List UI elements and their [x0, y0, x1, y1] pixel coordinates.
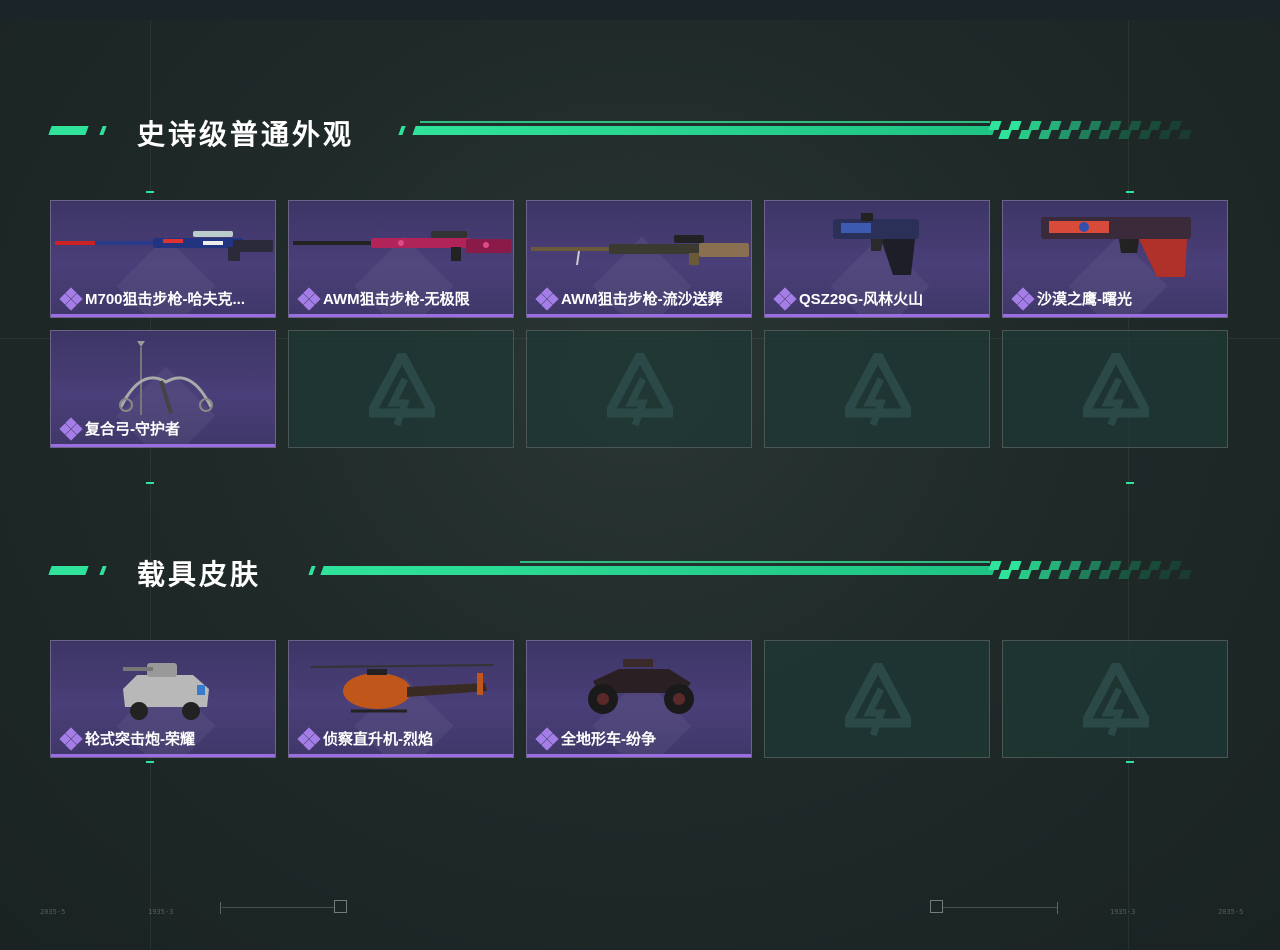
rarity-diamond-icon	[1011, 286, 1035, 311]
hud-line	[943, 907, 1057, 908]
hud-code: 2035-5	[1218, 908, 1244, 916]
header-accent	[99, 566, 107, 575]
placeholder-logo-icon	[607, 353, 673, 427]
header-accent	[48, 126, 89, 135]
rarity-diamond-icon	[297, 726, 321, 751]
skin-card-qsz29g[interactable]: QSZ29G-风林火山	[764, 200, 990, 318]
empty-slot	[764, 330, 990, 448]
compound-bow-icon	[119, 341, 213, 415]
placeholder-logo-icon	[1083, 353, 1149, 427]
empty-slot	[1002, 640, 1228, 758]
skin-name-text: M700狙击步枪-哈夫克...	[85, 291, 246, 308]
header-accent	[48, 566, 89, 575]
skin-name: AWM狙击步枪-流沙送葬	[535, 286, 723, 311]
empty-slot	[1002, 330, 1228, 448]
skin-name: AWM狙击步枪-无极限	[297, 286, 470, 311]
skin-name-text: AWM狙击步枪-流沙送葬	[561, 291, 723, 308]
skin-name: 轮式突击炮-荣耀	[59, 726, 195, 751]
empty-slot	[288, 330, 514, 448]
section-header-epic-skins: 史诗级普通外观	[0, 118, 1280, 151]
corner-tick	[146, 761, 154, 763]
header-bar	[320, 566, 996, 575]
rarity-diamond-icon	[535, 726, 559, 751]
header-bar	[412, 126, 996, 135]
header-line	[520, 561, 990, 563]
hud-tick	[220, 902, 221, 914]
header-line	[420, 121, 990, 123]
pistol-icon	[833, 213, 919, 275]
sniper-rifle-icon	[531, 235, 749, 266]
section-title: 史诗级普通外观	[137, 118, 355, 151]
skin-name: 全地形车-纷争	[535, 726, 656, 751]
hud-code: 2035-5	[40, 908, 66, 916]
sniper-rifle-icon	[293, 231, 511, 261]
rarity-diamond-icon	[773, 286, 797, 311]
skin-name-text: 复合弓-守护者	[85, 421, 180, 438]
placeholder-logo-icon	[1083, 663, 1149, 737]
skin-name: 沙漠之鹰-曙光	[1011, 286, 1132, 311]
top-bar	[0, 0, 1280, 20]
skin-card-wheeled-assault-gun[interactable]: 轮式突击炮-荣耀	[50, 640, 276, 758]
skin-card-compound-bow[interactable]: 复合弓-守护者	[50, 330, 276, 448]
corner-tick	[146, 482, 154, 484]
hud-square	[930, 900, 943, 913]
skin-card-m700[interactable]: M700狙击步枪-哈夫克...	[50, 200, 276, 318]
atv-icon	[588, 659, 694, 714]
hud-code: 1935-3	[148, 908, 174, 916]
skin-name-text: AWM狙击步枪-无极限	[323, 291, 470, 308]
skin-name: 复合弓-守护者	[59, 416, 180, 441]
corner-tick	[146, 191, 154, 193]
rarity-diamond-icon	[535, 286, 559, 311]
skin-name-text: 全地形车-纷争	[561, 731, 656, 748]
armored-vehicle-icon	[123, 663, 209, 720]
skin-name-text: 沙漠之鹰-曙光	[1037, 291, 1132, 308]
rarity-diamond-icon	[59, 416, 83, 441]
skin-card-awm-quicksand[interactable]: AWM狙击步枪-流沙送葬	[526, 200, 752, 318]
skin-name: QSZ29G-风林火山	[773, 286, 924, 311]
skin-card-desert-eagle[interactable]: 沙漠之鹰-曙光	[1002, 200, 1228, 318]
header-accent	[99, 126, 107, 135]
skin-card-atv[interactable]: 全地形车-纷争	[526, 640, 752, 758]
corner-tick	[1126, 482, 1134, 484]
corner-tick	[1126, 191, 1134, 193]
header-accent	[308, 566, 316, 575]
helicopter-icon	[310, 664, 494, 713]
header-checker-pattern	[988, 121, 1200, 139]
sniper-rifle-icon	[55, 231, 273, 261]
rarity-diamond-icon	[297, 286, 321, 311]
skin-name: M700狙击步枪-哈夫克...	[59, 286, 246, 311]
hud-line	[222, 907, 334, 908]
bg-grid-line	[1128, 20, 1129, 950]
skin-card-scout-helicopter[interactable]: 侦察直升机-烈焰	[288, 640, 514, 758]
placeholder-logo-icon	[845, 663, 911, 737]
skin-card-awm-unlimited[interactable]: AWM狙击步枪-无极限	[288, 200, 514, 318]
header-checker-pattern	[988, 561, 1200, 579]
skin-name: 侦察直升机-烈焰	[297, 726, 433, 751]
hud-square	[334, 900, 347, 913]
skin-name-text: 侦察直升机-烈焰	[323, 731, 433, 748]
rarity-diamond-icon	[59, 286, 83, 311]
corner-tick	[1126, 761, 1134, 763]
section-header-vehicle-skins: 载具皮肤	[0, 558, 1280, 591]
header-accent	[398, 126, 406, 135]
placeholder-logo-icon	[845, 353, 911, 427]
section-title: 载具皮肤	[137, 558, 262, 591]
skin-name-text: QSZ29G-风林火山	[799, 291, 924, 308]
empty-slot	[526, 330, 752, 448]
bg-grid-line	[150, 20, 151, 950]
skin-name-text: 轮式突击炮-荣耀	[85, 731, 195, 748]
empty-slot	[764, 640, 990, 758]
placeholder-logo-icon	[369, 353, 435, 427]
pistol-icon	[1041, 217, 1191, 277]
hud-tick	[1057, 902, 1058, 914]
hud-code: 1935-3	[1110, 908, 1136, 916]
rarity-diamond-icon	[59, 726, 83, 751]
